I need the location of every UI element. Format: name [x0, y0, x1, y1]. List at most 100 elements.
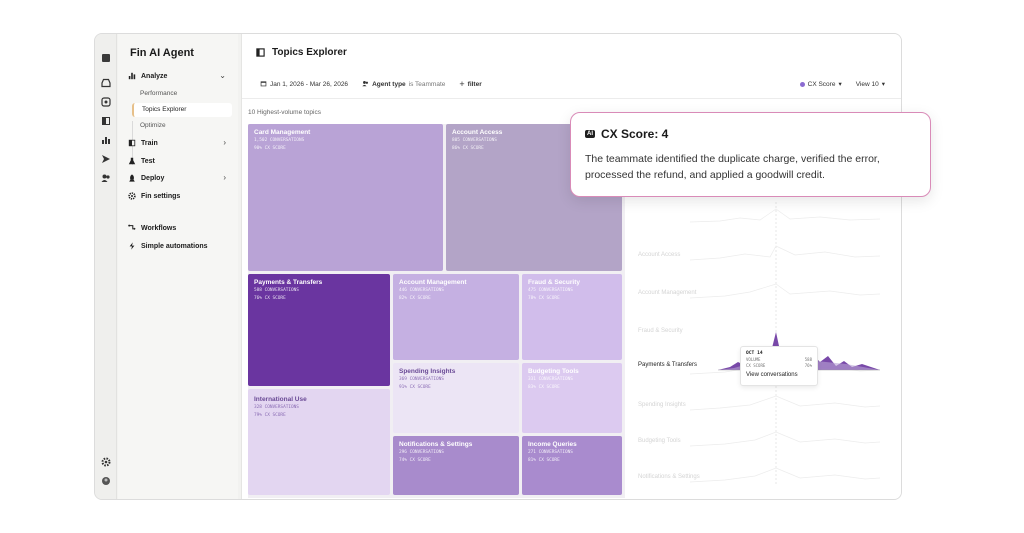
callout-body: The teammate identified the duplicate ch… [585, 153, 880, 182]
agent-type-filter[interactable]: Agent type is Teammate [358, 78, 449, 91]
tile-title: Account Management [399, 279, 467, 286]
add-filter-label: filter [467, 81, 482, 88]
ridge-label: Account Access [638, 252, 681, 258]
chevron-right-icon[interactable]: › [223, 138, 226, 147]
nav-fin-settings[interactable]: Fin settings [128, 192, 180, 200]
tile-title: International Use [254, 396, 307, 403]
tooltip-cx-value: 76% [804, 363, 812, 368]
tooltip-volume-value: 588 [804, 357, 812, 362]
nav-deploy[interactable]: Deploy [128, 174, 164, 182]
people-icon [362, 80, 369, 89]
calendar-icon [260, 80, 267, 89]
ridge-label-highlight[interactable]: Payments & Transfers [638, 362, 697, 368]
flask-icon [128, 157, 136, 165]
tile-title: Fraud & Security [528, 279, 581, 286]
tile-cx-score: 79% CX SCORE [254, 412, 286, 418]
tile-title: Notifications & Settings [399, 441, 473, 448]
lightning-icon [128, 242, 136, 250]
date-range-filter[interactable]: Jan 1, 2026 - Mar 26, 2026 [256, 78, 352, 91]
view-conversations-button[interactable]: View conversations [746, 372, 812, 378]
side-navigation: Fin AI Agent Analyze ⌄ Performance Topic… [118, 34, 238, 499]
ai-badge-icon: AI [585, 130, 595, 138]
nav-topics-explorer[interactable]: Topics Explorer [132, 103, 232, 117]
menu-icon[interactable] [100, 52, 111, 63]
treemap-tile-income-queries[interactable]: Income Queries 271 CONVERSATIONS 81% CX … [522, 436, 622, 495]
tile-conversations: 271 CONVERSATIONS [528, 450, 573, 455]
treemap-tile-fraud-security[interactable]: Fraud & Security 475 CONVERSATIONS 78% C… [522, 274, 622, 360]
cx-score-callout: AI CX Score: 4 The teammate identified t… [570, 112, 931, 197]
nav-deploy-label: Deploy [141, 174, 165, 182]
main-panel: Topics Explorer Jan 1, 2026 - Mar 26, 20… [241, 34, 901, 499]
nav-workflows-label: Workflows [141, 224, 177, 232]
chevron-down-icon[interactable]: ⌄ [219, 71, 226, 80]
tile-cx-score: 82% CX SCORE [399, 295, 431, 301]
caret-down-icon: ▾ [838, 81, 842, 88]
nav-simple-automations[interactable]: Simple automations [128, 242, 208, 250]
app-window: Fin AI Agent Analyze ⌄ Performance Topic… [94, 33, 902, 500]
date-range-text: Jan 1, 2026 - Mar 26, 2026 [270, 81, 349, 88]
chevron-right-icon[interactable]: › [223, 173, 226, 182]
treemap-tile-payments-transfers[interactable]: Payments & Transfers 588 CONVERSATIONS 7… [248, 274, 390, 386]
metric-color-dot [799, 81, 805, 87]
view-label: View 10 [855, 80, 879, 88]
nav-test-label: Test [141, 157, 155, 165]
tile-cx-score: 91% CX SCORE [399, 384, 431, 390]
tile-cx-score: 74% CX SCORE [399, 457, 431, 463]
send-icon[interactable] [100, 153, 111, 164]
ridge-label: Account Management [638, 290, 697, 296]
book-icon [128, 139, 136, 147]
page-title-text: Topics Explorer [272, 47, 347, 58]
tile-conversations: 369 CONVERSATIONS [399, 377, 444, 382]
nav-analyze[interactable]: Analyze [128, 72, 167, 80]
nav-performance[interactable]: Performance [140, 90, 177, 97]
tile-title: Budgeting Tools [528, 368, 579, 375]
tile-conversations: 446 CONVERSATIONS [399, 288, 444, 293]
ridge-label: Spending Insights [638, 402, 686, 408]
view-dropdown[interactable]: View 10 ▾ [852, 78, 889, 90]
treemap-tile-spending-insights[interactable]: Spending Insights 369 CONVERSATIONS 91% … [393, 363, 519, 433]
treemap-tile-international-use[interactable]: International Use 328 CONVERSATIONS 79% … [248, 389, 390, 495]
page-title: Topics Explorer [256, 47, 347, 58]
divider [242, 98, 901, 99]
settings-icon[interactable] [100, 456, 111, 467]
tile-title: Income Queries [528, 441, 577, 448]
nav-optimize[interactable]: Optimize [140, 122, 166, 129]
gear-icon [128, 192, 136, 200]
tile-conversations: 1,502 CONVERSATIONS [254, 138, 305, 143]
treemap-tile-card-management[interactable]: Card Management 1,502 CONVERSATIONS 90% … [248, 124, 443, 271]
metric-dropdown[interactable]: CX Score ▾ [796, 78, 846, 90]
nav-test[interactable]: Test [128, 157, 155, 165]
treemap-tile-notifications-settings[interactable]: Notifications & Settings 296 CONVERSATIO… [393, 436, 519, 495]
agent-type-value: is Teammate [408, 81, 446, 88]
inbox-icon[interactable] [100, 77, 111, 88]
app-title: Fin AI Agent [130, 47, 194, 59]
tooltip-cx-label: CX SCORE [746, 363, 766, 368]
treemap-tile-account-management[interactable]: Account Management 446 CONVERSATIONS 82%… [393, 274, 519, 360]
tile-cx-score: 83% CX SCORE [528, 384, 560, 390]
workflow-icon [128, 224, 136, 232]
nav-workflows[interactable]: Workflows [128, 224, 176, 232]
nav-analyze-label: Analyze [141, 72, 168, 80]
avatar-icon[interactable] [100, 475, 111, 486]
reports-icon[interactable] [100, 134, 111, 145]
filter-bar: Jan 1, 2026 - Mar 26, 2026 Agent type is… [256, 78, 486, 91]
topics-treemap: Card Management 1,502 CONVERSATIONS 90% … [248, 124, 625, 498]
tile-conversations: 296 CONVERSATIONS [399, 450, 444, 455]
metric-label: CX Score [807, 80, 836, 88]
agent-type-label: Agent type [372, 81, 406, 88]
caret-down-icon: ▾ [881, 81, 885, 88]
add-filter-button[interactable]: + filter [455, 79, 485, 90]
section-label: 10 Highest-volume topics [248, 109, 321, 116]
nav-train[interactable]: Train [128, 139, 158, 147]
contacts-icon[interactable] [100, 172, 111, 183]
nav-train-label: Train [141, 139, 158, 147]
book-icon[interactable] [100, 115, 111, 126]
tooltip-date: OCT 14 [746, 351, 763, 356]
tile-title: Payments & Transfers [254, 279, 323, 286]
bar-chart-icon [128, 72, 136, 80]
fin-icon[interactable] [100, 96, 111, 107]
tile-title: Spending Insights [399, 368, 456, 375]
view-controls: CX Score ▾ View 10 ▾ [796, 78, 889, 90]
tooltip-volume-label: VOLUME [746, 357, 761, 362]
treemap-tile-budgeting-tools[interactable]: Budgeting Tools 331 CONVERSATIONS 83% CX… [522, 363, 622, 433]
